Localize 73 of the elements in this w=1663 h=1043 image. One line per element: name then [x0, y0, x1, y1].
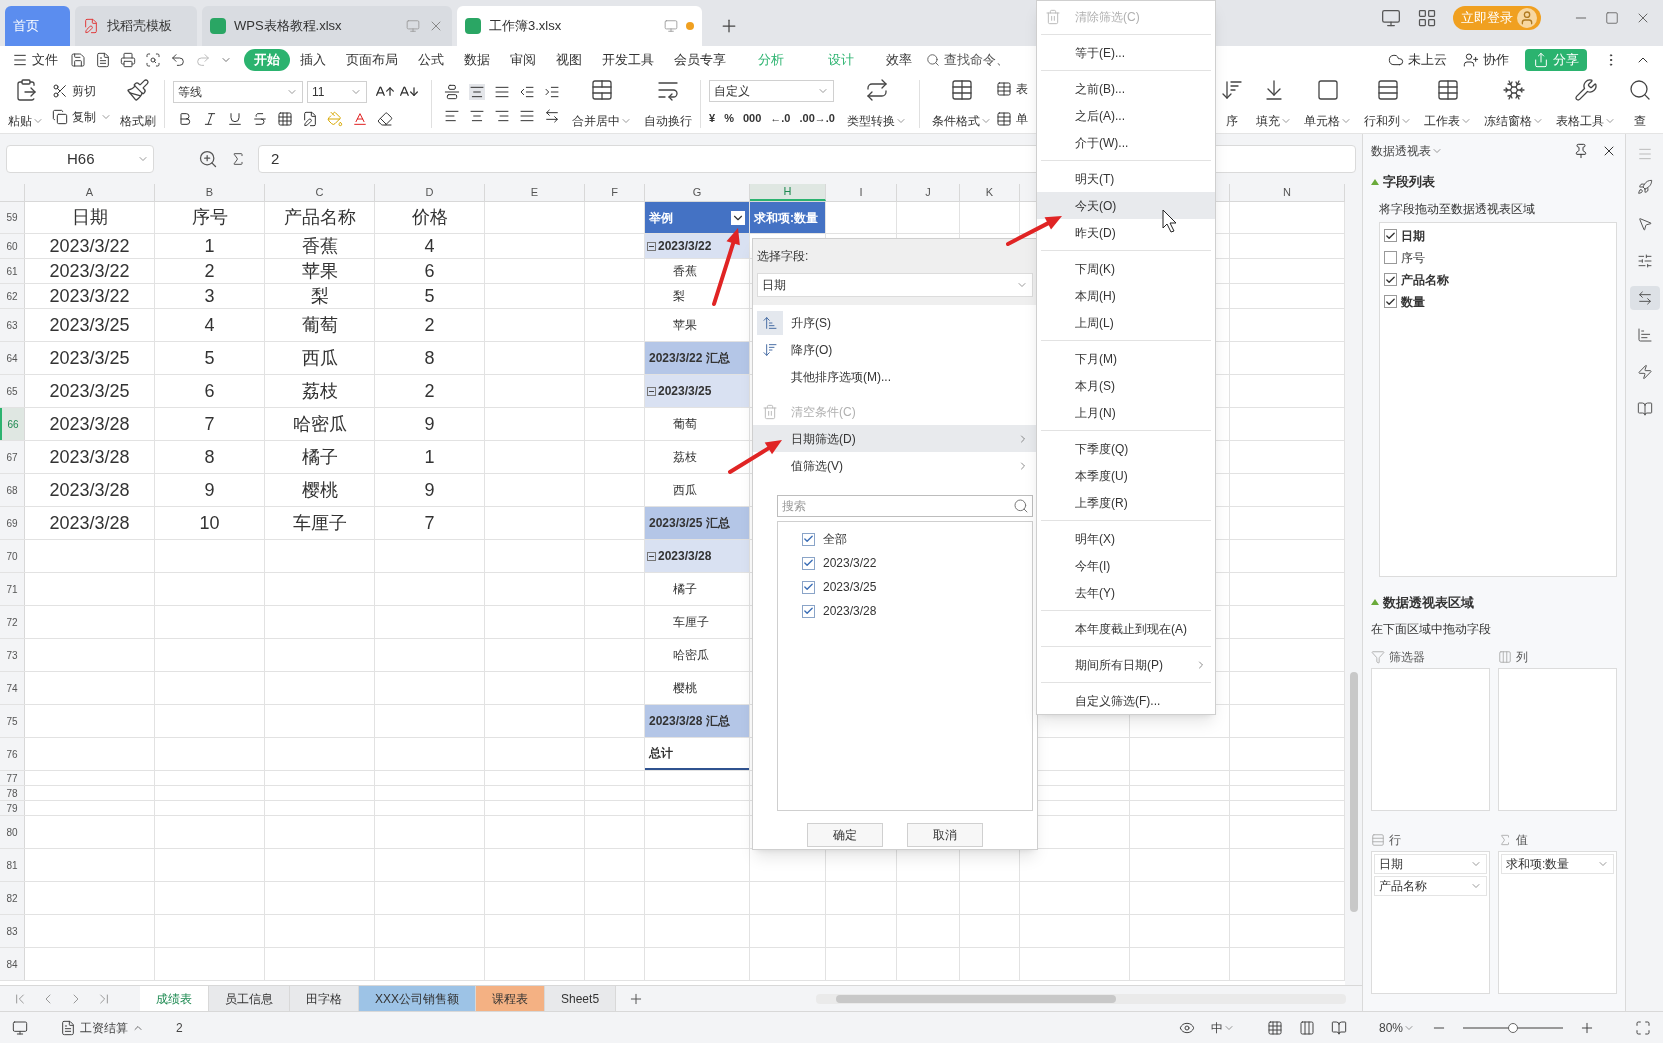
pivot-cell-text: 樱桃: [672, 680, 698, 697]
pivot-cell-text: 香蕉: [672, 263, 698, 280]
table-cell-text: 2023/3/28: [49, 412, 130, 436]
pivot-cell: 2023/3/22: [645, 234, 749, 258]
table-cell-text: 2023/3/25: [49, 346, 130, 370]
hint-text: 将字段拖动至数据透视表区域: [1379, 200, 1536, 218]
pivot-cell: 2023/3/25: [645, 375, 749, 407]
table-cell-text: 3: [204, 284, 215, 308]
pivot-cell: 举例: [645, 202, 749, 233]
section-title: 字段列表: [1383, 173, 1435, 191]
pivot-cell: 2023/3/28 汇总: [645, 705, 749, 737]
table-cell-text: 7: [204, 412, 215, 436]
pivot-cell-text: 橘子: [672, 581, 698, 598]
table-cell-text: 2: [424, 313, 435, 337]
table-cell-text: 序号: [191, 206, 228, 229]
pivot-cell-text: 哈密瓜: [672, 647, 710, 664]
table-cell-text: 6: [424, 259, 435, 283]
table-cell-text: 6: [204, 379, 215, 403]
section-title: 数据透视表区域: [1383, 593, 1474, 612]
pivot-cell-text: 梨: [672, 288, 686, 305]
table-cell-text: 2: [424, 379, 435, 403]
table-cell-text: 产品名称: [283, 206, 356, 229]
table-cell-text: 7: [424, 511, 435, 535]
table-cell-text: 8: [424, 346, 435, 370]
pivot-cell: 总计: [645, 738, 749, 770]
area-label: 列: [1516, 649, 1528, 666]
status-value: 2: [176, 1019, 183, 1037]
table-cell-text: 5: [424, 284, 435, 308]
table-cell-text: 2023/3/28: [49, 511, 130, 535]
table-cell-text: 香蕉: [301, 234, 338, 258]
pivot-cell-text: 葡萄: [672, 416, 698, 433]
table-cell-text: 10: [199, 511, 220, 535]
pivot-cell: 2023/3/22 汇总: [645, 342, 749, 374]
table-cell-text: 5: [204, 346, 215, 370]
table-cell-text: 9: [424, 412, 435, 436]
table-cell-text: 樱桃: [301, 478, 338, 502]
table-cell-text: 橘子: [301, 445, 338, 469]
table-cell-text: 车厘子: [292, 511, 347, 535]
table-cell-text: 1: [424, 445, 435, 469]
pivot-cell: 2023/3/28: [645, 540, 749, 572]
table-cell-text: 苹果: [301, 259, 338, 283]
table-cell-text: 葡萄: [301, 313, 338, 337]
table-cell-text: 1: [204, 234, 215, 258]
pivot-cell-text: 车厘子: [672, 614, 710, 631]
pivot-cell: 求和项:数量: [750, 202, 825, 233]
pivot-cell-text: 西瓜: [672, 482, 698, 499]
table-cell-text: 2023/3/28: [49, 445, 130, 469]
area-label: 值: [1516, 831, 1528, 849]
table-cell-text: 梨: [310, 284, 329, 308]
table-cell-text: 9: [204, 478, 215, 502]
table-cell-text: 日期: [71, 206, 108, 229]
area-label: 筛选器: [1389, 649, 1425, 666]
table-cell-text: 9: [424, 478, 435, 502]
pivot-cell-text: 荔枝: [672, 449, 698, 466]
hint-text: 在下面区域中拖动字段: [1371, 621, 1492, 638]
pivot-cell-text: 苹果: [672, 317, 698, 334]
area-label: 行: [1389, 831, 1401, 849]
pivot-cell: 2023/3/25 汇总: [645, 507, 749, 539]
table-cell-text: 荔枝: [301, 379, 338, 403]
table-cell-text: 2023/3/28: [49, 478, 130, 502]
table-cell-text: 4: [424, 234, 435, 258]
table-cell-text: 2023/3/22: [49, 284, 130, 308]
table-cell-text: 西瓜: [301, 346, 338, 370]
field-label: 选择字段:: [757, 248, 810, 265]
table-cell-text: 2023/3/22: [49, 234, 130, 258]
table-cell-text: 2: [204, 259, 215, 283]
table-cell-text: 2023/3/22: [49, 259, 130, 283]
table-cell-text: 4: [204, 313, 215, 337]
table-cell-text: 哈密瓜: [292, 412, 347, 436]
table-cell-text: 2023/3/25: [49, 379, 130, 403]
table-cell-text: 8: [204, 445, 215, 469]
table-cell-text: 2023/3/25: [49, 313, 130, 337]
table-cell-text: 价格: [411, 206, 448, 229]
